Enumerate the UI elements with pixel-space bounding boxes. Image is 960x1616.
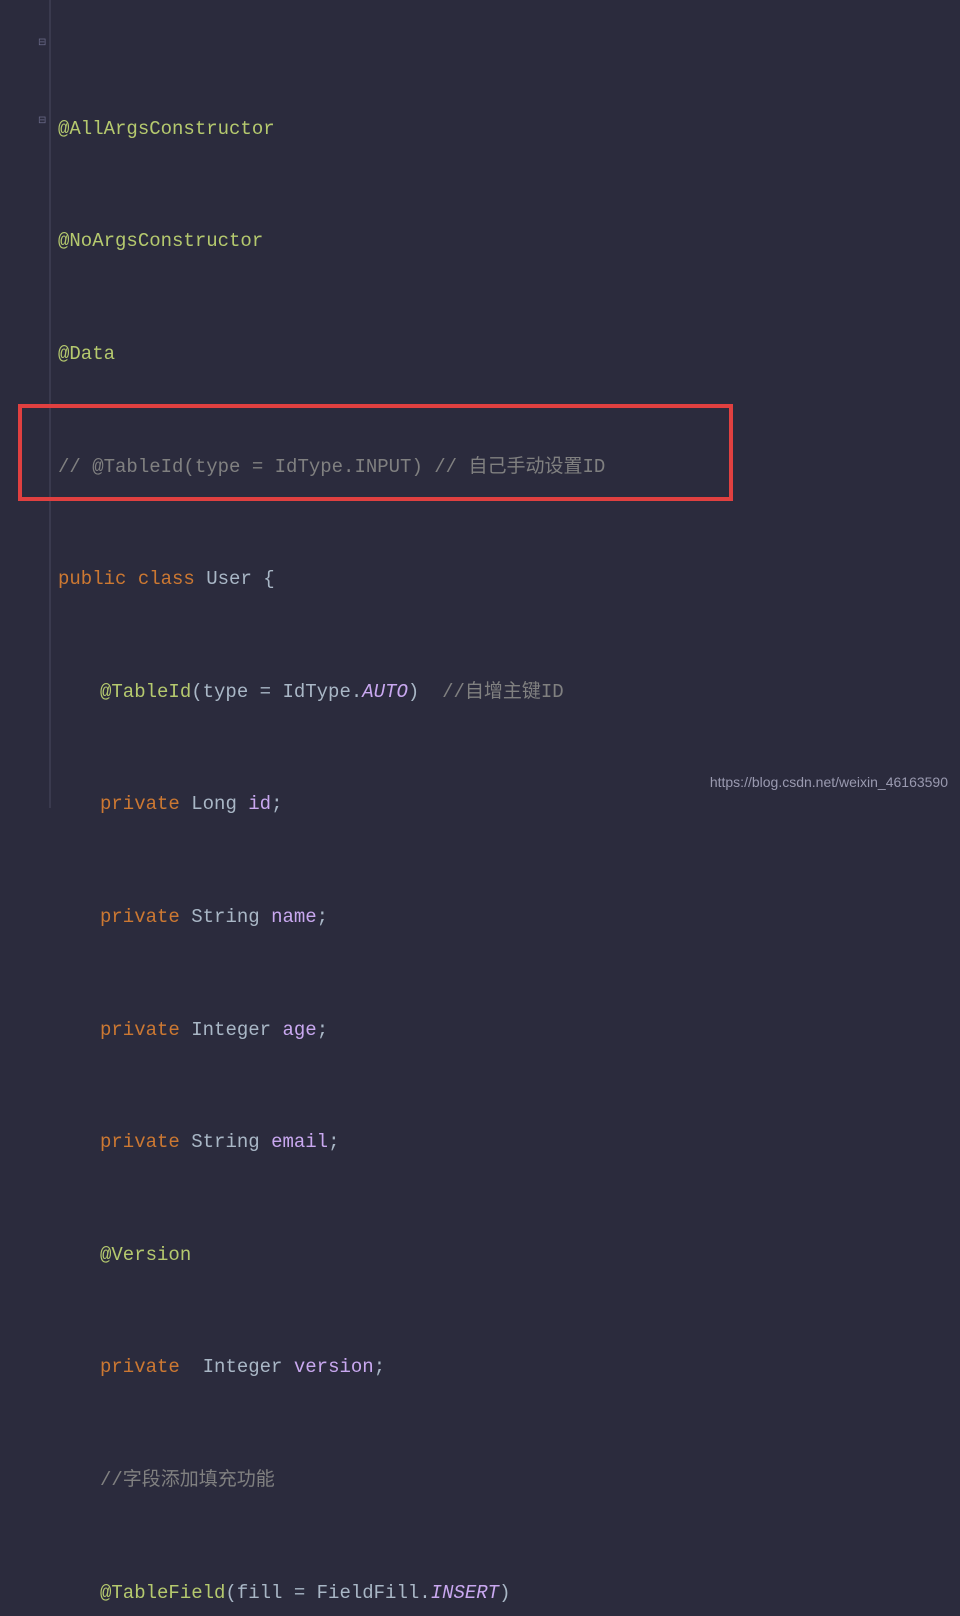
code-editor[interactable]: @AllArgsConstructor @NoArgsConstructor @… [58, 36, 960, 1616]
keyword: private [100, 1124, 180, 1161]
code-line: // @TableId(type = IdType.INPUT) // 自己手动… [58, 448, 960, 487]
code-line: @TableField(fill = FieldFill.INSERT) [58, 1574, 960, 1613]
type: Integer [203, 1349, 283, 1386]
annotation: @TableId [100, 674, 191, 711]
type: Long [191, 786, 237, 823]
code-line: public class User { [58, 560, 960, 599]
enum-value: INSERT [431, 1575, 499, 1612]
type: String [191, 1124, 259, 1161]
annotation: @Data [58, 336, 115, 373]
comment: //字段添加填充功能 [100, 1462, 275, 1499]
code-line: @NoArgsConstructor [58, 223, 960, 262]
type: String [191, 899, 259, 936]
editor-gutter: ⊟ ⊟ [0, 0, 50, 808]
code-line: //字段添加填充功能 [58, 1461, 960, 1500]
code-line: private String email; [58, 1123, 960, 1162]
fold-guide [50, 0, 51, 808]
code-line: @AllArgsConstructor [58, 110, 960, 149]
keyword: private [100, 899, 180, 936]
annotation-param: fill = FieldFill. [237, 1575, 431, 1612]
annotation: @TableField [100, 1575, 225, 1612]
watermark-text: https://blog.csdn.net/weixin_46163590 [710, 769, 948, 796]
keyword: private [100, 1349, 180, 1386]
comment: //自增主键ID [419, 674, 563, 711]
code-line: private String name; [58, 898, 960, 937]
fold-marker-icon[interactable]: ⊟ [38, 112, 50, 124]
annotation: @Version [100, 1237, 191, 1274]
keyword: public [58, 561, 126, 598]
code-line: private Integer age; [58, 1011, 960, 1050]
annotation: @NoArgsConstructor [58, 223, 263, 260]
field-name: name [271, 899, 317, 936]
fold-marker-icon[interactable]: ⊟ [38, 34, 50, 46]
brace: { [252, 561, 275, 598]
class-name: User [206, 561, 252, 598]
keyword: private [100, 786, 180, 823]
enum-value: AUTO [362, 674, 408, 711]
field-name: email [271, 1124, 328, 1161]
code-line: @TableId(type = IdType.AUTO) //自增主键ID [58, 673, 960, 712]
annotation: @AllArgsConstructor [58, 111, 275, 148]
code-line: @Version [58, 1236, 960, 1275]
code-line: private Integer version; [58, 1349, 960, 1388]
annotation-param: type = IdType. [203, 674, 363, 711]
field-name: age [282, 1012, 316, 1049]
code-line: @Data [58, 335, 960, 374]
field-name: version [294, 1349, 374, 1386]
keyword: class [138, 561, 195, 598]
field-name: id [248, 786, 271, 823]
comment: // @TableId(type = IdType.INPUT) // 自己手动… [58, 449, 605, 486]
keyword: private [100, 1012, 180, 1049]
type: Integer [191, 1012, 271, 1049]
